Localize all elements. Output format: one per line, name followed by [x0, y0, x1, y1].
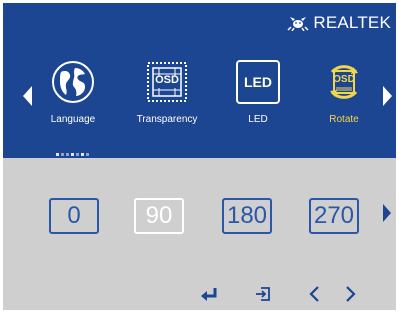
enter-icon[interactable]	[199, 284, 219, 304]
menu-label-transparency: Transparency	[136, 114, 198, 125]
menu-label-language: Language	[50, 114, 96, 125]
page-dot	[76, 153, 79, 156]
brand-name: REALTEK	[313, 13, 391, 32]
exit-icon[interactable]	[253, 284, 273, 304]
rotate-option-270[interactable]: 270	[309, 198, 359, 234]
page-dot	[66, 153, 69, 156]
brand-logo: REALTEK	[287, 13, 391, 33]
page-dot	[86, 153, 89, 156]
submenu-next-arrow[interactable]	[383, 204, 391, 222]
menu-prev-arrow[interactable]	[23, 86, 32, 106]
osd-transparency-icon: OSD	[145, 60, 189, 104]
globe-icon	[51, 60, 95, 104]
led-icon: LED	[236, 60, 280, 104]
rotate-option-0[interactable]: 0	[49, 198, 99, 234]
page-dot	[71, 153, 74, 156]
chevron-left-icon[interactable]	[305, 284, 325, 304]
osd-text-rotate: OSD	[333, 74, 355, 85]
osd-text: OSD	[155, 74, 179, 86]
page-dot	[81, 153, 84, 156]
chevron-right-icon[interactable]	[340, 284, 360, 304]
page-dot	[56, 153, 59, 156]
osd-menu: REALTEK Language OSD Transparency LED LE…	[0, 0, 399, 313]
menu-item-transparency[interactable]: OSD Transparency	[130, 60, 204, 125]
crab-icon	[287, 17, 309, 31]
rotate-option-180[interactable]: 180	[222, 198, 272, 234]
menu-label-rotate: Rotate	[329, 114, 359, 125]
led-icon-text: LED	[236, 60, 280, 104]
rotate-option-90[interactable]: 90	[134, 198, 184, 234]
rotate-icon: OSD	[322, 60, 366, 104]
page-dot	[61, 153, 64, 156]
page-indicator	[56, 153, 89, 156]
menu-item-language[interactable]: Language	[36, 60, 110, 125]
menu-label-led: LED	[248, 114, 268, 125]
menu-item-led[interactable]: LED LED	[221, 60, 295, 125]
menu-item-rotate[interactable]: OSD Rotate	[307, 60, 381, 125]
key-hints	[0, 284, 399, 304]
menu-next-arrow[interactable]	[383, 86, 392, 106]
